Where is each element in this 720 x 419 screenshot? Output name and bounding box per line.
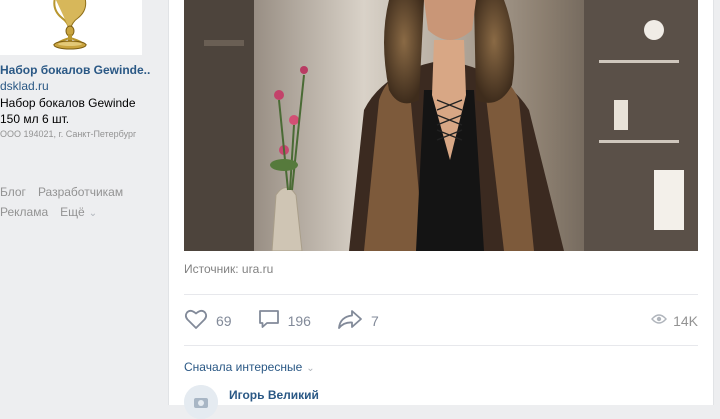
footer-more-menu[interactable]: Ещё ⌄ [60,202,97,224]
share-button[interactable]: 7 [337,308,379,335]
ad-description[interactable]: Набор бокалов Gewinde 150 мл 6 шт. [0,95,150,127]
divider [184,345,698,346]
comments-sort-dropdown[interactable]: Сначала интересные ⌄ [184,360,315,374]
footer-link-blog[interactable]: Блог [0,182,26,202]
share-count: 7 [370,313,379,329]
comment-button[interactable]: 196 [258,308,311,335]
views-count: 14K [673,313,698,329]
like-count: 69 [216,313,232,329]
eye-icon [651,312,668,330]
divider [184,294,698,295]
comment-icon [258,308,280,335]
comment-author-name[interactable]: Игорь Великий [229,388,319,402]
post-actions: 69 196 7 14K [184,308,698,334]
footer-links: Блог Разработчикам Реклама Ещё ⌄ [0,182,160,224]
comment-count: 196 [287,313,311,329]
views-counter: 14K [651,312,698,330]
ad-image[interactable] [0,0,142,55]
post-photo[interactable] [184,0,698,251]
chevron-down-icon: ⌄ [88,208,98,219]
footer-link-ads[interactable]: Реклама [0,202,48,224]
post-card: Источник: ura.ru 69 196 7 14K Сначала ин… [168,0,714,419]
sort-label: Сначала интересные [184,360,303,374]
like-button[interactable]: 69 [184,308,232,335]
avatar[interactable] [184,385,218,419]
post-source: Источник: ura.ru [184,262,273,276]
footer-more-label: Ещё [60,205,85,219]
heart-icon [184,308,208,335]
source-label: Источник: [184,262,239,276]
ad-legal-info: ООО 194021, г. Санкт-Петербург [0,129,137,139]
footer-link-developers[interactable]: Разработчикам [38,182,123,202]
chevron-down-icon: ⌄ [306,363,315,374]
ad-domain[interactable]: dsklad.ru [0,79,150,93]
share-arrow-icon [337,308,363,335]
ad-title[interactable]: Набор бокалов Gewinde... [0,63,150,77]
source-link[interactable]: ura.ru [242,262,273,276]
